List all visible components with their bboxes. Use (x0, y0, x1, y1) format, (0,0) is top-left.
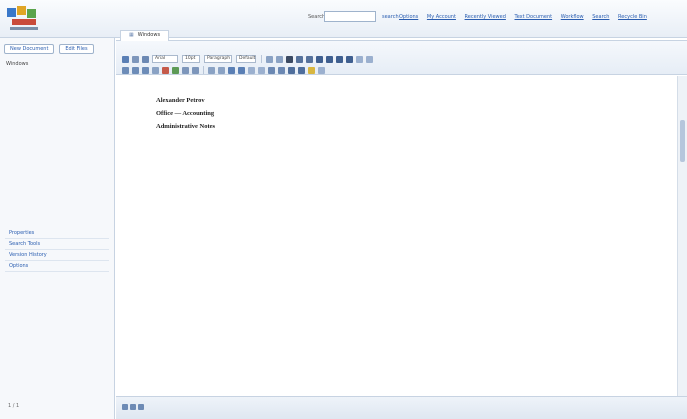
source-icon[interactable] (288, 66, 295, 74)
print-icon[interactable] (132, 55, 139, 63)
editor-toolbar: Arial 10pt Paragraph Default (116, 41, 687, 75)
side-link-options[interactable]: Options (5, 261, 109, 272)
left-toolbar: New Document Edit Files (4, 44, 97, 54)
italic-icon[interactable] (296, 55, 303, 63)
paragraph-select[interactable]: Paragraph (204, 55, 232, 63)
align-left-icon[interactable] (316, 55, 323, 63)
font-size-select[interactable]: 10pt (182, 55, 200, 63)
side-link-version-history[interactable]: Version History (5, 250, 109, 261)
tree-item[interactable]: Windows (6, 60, 110, 68)
folder-tree: Windows (6, 60, 110, 68)
spellcheck-icon[interactable] (308, 66, 315, 74)
align-center-icon[interactable] (326, 55, 333, 63)
redo-icon[interactable] (276, 55, 283, 63)
fullscreen-icon[interactable] (298, 66, 305, 74)
paste-icon[interactable] (142, 66, 149, 74)
numbering-icon[interactable] (218, 66, 225, 74)
copy-icon[interactable] (132, 66, 139, 74)
search-label: Search (308, 14, 326, 20)
status-bar (116, 396, 687, 419)
tab-bar: ▦ Windows (116, 29, 687, 41)
highlight-icon[interactable] (172, 66, 179, 74)
special-char-icon[interactable] (268, 66, 275, 74)
view-normal-icon[interactable] (122, 404, 128, 410)
vertical-scrollbar[interactable] (677, 76, 687, 396)
link-icon[interactable] (182, 66, 189, 74)
undo-icon[interactable] (266, 55, 273, 63)
image-icon[interactable] (238, 66, 245, 74)
font-color-icon[interactable] (162, 66, 169, 74)
bold-icon[interactable] (286, 55, 293, 63)
top-link-text-document[interactable]: Text Document (514, 14, 552, 20)
outdent-icon[interactable] (366, 55, 373, 63)
heading-line: Alexander Petrov (156, 97, 205, 104)
superscript-icon[interactable] (258, 66, 265, 74)
preview-icon[interactable] (142, 55, 149, 63)
help-icon[interactable] (318, 66, 325, 74)
subscript-icon[interactable] (248, 66, 255, 74)
top-link-workflow[interactable]: Workflow (561, 14, 584, 20)
app-logo[interactable] (6, 4, 42, 34)
toolbar-divider (203, 66, 204, 74)
indent-icon[interactable] (356, 55, 363, 63)
horizontal-rule-icon[interactable] (278, 66, 285, 74)
side-link-search-tools[interactable]: Search Tools (5, 239, 109, 250)
status-icons (122, 404, 146, 410)
top-link-recycle-bin[interactable]: Recycle Bin (618, 14, 647, 20)
edit-files-button[interactable]: Edit Files (59, 44, 94, 54)
toolbar-row-1: Arial 10pt Paragraph Default (122, 55, 376, 63)
justify-icon[interactable] (346, 55, 353, 63)
side-link-properties[interactable]: Properties (5, 228, 109, 239)
toolbar-row-2 (122, 66, 328, 74)
scroll-thumb[interactable] (680, 120, 685, 162)
toolbar-divider (261, 55, 262, 63)
unlink-icon[interactable] (192, 66, 199, 74)
cut-icon[interactable] (122, 66, 129, 74)
document-editor[interactable]: Alexander Petrov Office — Accounting Adm… (116, 76, 677, 396)
table-icon[interactable] (228, 66, 235, 74)
bullets-icon[interactable] (208, 66, 215, 74)
top-links: Options My Account Recently Viewed Text … (399, 14, 654, 20)
top-link-account[interactable]: My Account (427, 14, 456, 20)
underline-icon[interactable] (306, 55, 313, 63)
top-link-recent[interactable]: Recently Viewed (465, 14, 506, 20)
document-heading: Alexander Petrov Office — Accounting Adm… (156, 94, 215, 133)
view-source-icon[interactable] (138, 404, 144, 410)
tab-label: Windows (137, 32, 161, 38)
style-select[interactable]: Default (236, 55, 256, 63)
heading-line: Office — Accounting (156, 110, 215, 117)
document-icon: ▦ (129, 32, 134, 38)
left-pane: New Document Edit Files Windows Properti… (0, 38, 115, 419)
save-icon[interactable] (122, 55, 129, 63)
top-link-options[interactable]: Options (399, 14, 418, 20)
top-link-search[interactable]: Search (592, 14, 609, 20)
view-layout-icon[interactable] (130, 404, 136, 410)
search-button[interactable]: search (382, 14, 399, 20)
align-right-icon[interactable] (336, 55, 343, 63)
new-document-button[interactable]: New Document (4, 44, 55, 54)
heading-line: Administrative Notes (156, 123, 216, 130)
find-icon[interactable] (152, 66, 159, 74)
side-links: Properties Search Tools Version History … (5, 228, 109, 272)
search-input[interactable] (324, 11, 376, 22)
tab-document[interactable]: ▦ Windows (120, 30, 170, 41)
font-family-select[interactable]: Arial (152, 55, 178, 63)
left-footer: 1 / 1 (8, 403, 20, 409)
